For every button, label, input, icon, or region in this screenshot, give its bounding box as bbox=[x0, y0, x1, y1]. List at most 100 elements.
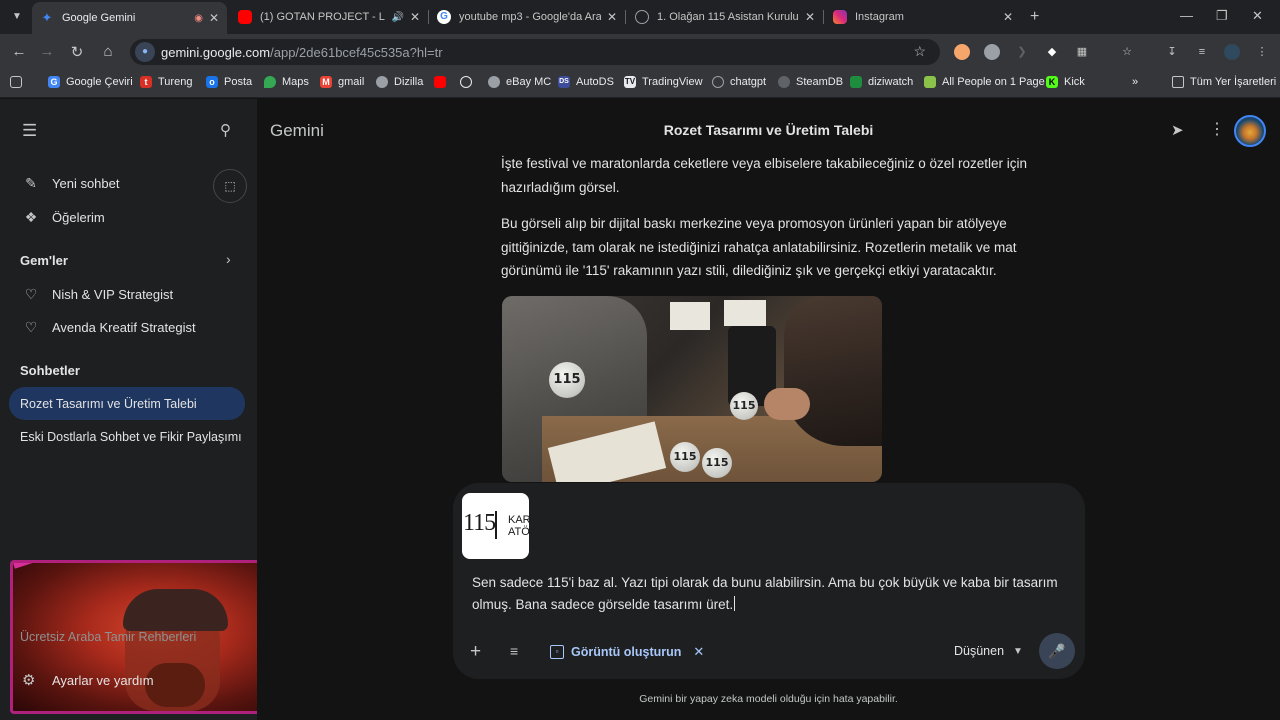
extension-icon[interactable]: ❯ bbox=[1014, 44, 1030, 60]
tab-search-chevron-icon[interactable]: ▼ bbox=[6, 6, 28, 28]
bookmark-steamdb[interactable]: SteamDB bbox=[778, 76, 843, 88]
gems-heading[interactable]: Gem'ler bbox=[20, 253, 68, 268]
bookmark-dizilla[interactable]: Dizilla bbox=[376, 76, 423, 88]
chat-item-araba-tamir[interactable]: Ücretsiz Araba Tamir Rehberleri bbox=[20, 630, 196, 644]
forward-arrow-icon[interactable]: → bbox=[38, 43, 56, 60]
image-badge: 115 bbox=[549, 362, 585, 398]
tab-separator bbox=[625, 10, 626, 24]
chat-item-eski-dostlar[interactable]: Eski Dostlarla Sohbet ve Fikir Paylaşımı bbox=[20, 430, 242, 444]
address-bar[interactable]: ● gemini.google.com/app/2de61bcef45c535a… bbox=[130, 39, 940, 65]
close-icon[interactable]: ✕ bbox=[410, 10, 420, 24]
bookmark-kick[interactable]: K Kick bbox=[1046, 76, 1085, 88]
restore-icon[interactable]: ❐ bbox=[1216, 8, 1228, 24]
gem-heart-icon: ♡ bbox=[24, 286, 38, 302]
bookmarks-star-icon[interactable]: ☆ bbox=[1119, 44, 1135, 60]
tab-google-search[interactable]: G youtube mp3 - Google'da Ara ✕ bbox=[429, 4, 625, 30]
tab-title: Google Gemini bbox=[62, 12, 136, 24]
user-avatar[interactable] bbox=[1234, 115, 1266, 147]
close-icon[interactable]: ✕ bbox=[805, 10, 815, 24]
bookmark-all-people[interactable]: All People on 1 Page bbox=[924, 76, 1045, 88]
add-file-plus-icon[interactable]: + bbox=[470, 641, 481, 663]
hamburger-menu-icon[interactable]: ☰ bbox=[22, 121, 37, 141]
url-host: gemini.google.com bbox=[161, 45, 271, 60]
back-arrow-icon[interactable]: ← bbox=[10, 43, 28, 60]
prompt-composer[interactable]: 115 KAR ATÖ Sen sadece 115'i baz al. Yaz… bbox=[453, 483, 1085, 679]
extension-icon[interactable]: ◆ bbox=[1044, 44, 1060, 60]
remove-tool-close-icon[interactable]: ✕ bbox=[693, 644, 704, 660]
prompt-input[interactable]: Sen sadece 115'i baz al. Yazı tipi olara… bbox=[472, 572, 1067, 615]
all-bookmarks-folder[interactable]: Tüm Yer İşaretleri bbox=[1172, 76, 1276, 88]
ebay-icon bbox=[488, 76, 500, 88]
kebab-menu-icon[interactable]: ⋮ bbox=[1254, 44, 1270, 60]
bookmark-tradingview[interactable]: TV TradingView bbox=[624, 76, 703, 88]
puzzle-extensions-icon[interactable]: ▦ bbox=[1074, 44, 1090, 60]
gem-item-nish-vip[interactable]: ♡ Nish & VIP Strategist bbox=[22, 286, 173, 303]
model-mode-dropdown[interactable]: Düşünen ▼ bbox=[954, 644, 1023, 658]
share-icon[interactable]: ➤ bbox=[1171, 121, 1184, 139]
tools-sliders-icon[interactable]: ≡ bbox=[510, 643, 518, 659]
media-controls-icon[interactable]: ≡ bbox=[1194, 44, 1210, 60]
bookmark-label: AutoDS bbox=[576, 76, 614, 88]
thumbnail-divider bbox=[495, 511, 497, 539]
extension-icon[interactable] bbox=[954, 44, 970, 60]
bookmark-ebay-mc[interactable]: eBay MC bbox=[488, 76, 551, 88]
tab-olagan-115[interactable]: 1. Olağan 115 Asistan Kurulu G ✕ bbox=[627, 4, 823, 30]
bookmark-star-icon[interactable]: ☆ bbox=[913, 43, 926, 60]
chevron-right-icon[interactable]: › bbox=[226, 251, 231, 267]
settings-label: Ayarlar ve yardım bbox=[52, 672, 154, 688]
bookmark-diziwatch[interactable]: diziwatch bbox=[850, 76, 913, 88]
youtube-icon bbox=[238, 10, 252, 24]
minimize-icon[interactable]: — bbox=[1180, 8, 1193, 23]
profile-avatar[interactable] bbox=[1224, 44, 1240, 60]
apps-grid-icon[interactable] bbox=[10, 76, 28, 88]
generated-image[interactable]: 115 115 115 115 bbox=[502, 296, 882, 482]
reload-icon[interactable]: ↻ bbox=[68, 43, 86, 61]
close-icon[interactable]: ✕ bbox=[209, 11, 219, 25]
bookmark-google-ceviri[interactable]: G Google Çeviri bbox=[48, 76, 133, 88]
model-mode-label: Düşünen bbox=[954, 644, 1005, 658]
site-info-icon[interactable]: ● bbox=[135, 42, 155, 62]
bookmark-tureng[interactable]: t Tureng bbox=[140, 76, 192, 88]
my-stuff-button[interactable]: ❖ Öğelerim bbox=[22, 209, 105, 226]
overlay-stripe bbox=[13, 563, 72, 569]
new-chat-button[interactable]: ✎ Yeni sohbet bbox=[22, 175, 119, 192]
bookmark-maps[interactable]: Maps bbox=[264, 76, 309, 88]
gmail-icon: M bbox=[320, 76, 332, 88]
home-icon[interactable]: ⌂ bbox=[99, 43, 117, 60]
bookmark-chatgpt[interactable]: chatgpt bbox=[712, 76, 766, 88]
bookmark-label: Tureng bbox=[158, 76, 193, 88]
bookmark-autods[interactable]: DS AutoDS bbox=[558, 76, 614, 88]
bookmark-openai[interactable] bbox=[460, 76, 478, 88]
chevron-down-icon: ▼ bbox=[1013, 645, 1023, 657]
microphone-icon[interactable]: 🎤 bbox=[1039, 633, 1075, 669]
more-options-icon[interactable]: ⋮ bbox=[1209, 119, 1225, 139]
extension-icon[interactable] bbox=[984, 44, 1000, 60]
image-badge: 115 bbox=[670, 442, 700, 472]
tab-youtube[interactable]: (1) GOTAN PROJECT - La Gl 🔊 ✕ bbox=[230, 4, 428, 30]
window-close-icon[interactable]: ✕ bbox=[1252, 8, 1263, 24]
download-icon[interactable]: ↧ bbox=[1164, 44, 1180, 60]
image-tool-chip[interactable]: ▫ Görüntü oluşturun ✕ bbox=[550, 639, 704, 665]
tab-instagram[interactable]: Instagram ✕ bbox=[825, 4, 1021, 30]
globe-icon bbox=[635, 10, 649, 24]
search-icon[interactable]: ⚲ bbox=[220, 121, 231, 139]
bookmark-youtube[interactable] bbox=[434, 76, 452, 88]
chat-item-rozet[interactable]: Rozet Tasarımı ve Üretim Talebi bbox=[20, 397, 197, 411]
temporary-chat-icon[interactable]: ⬚ bbox=[213, 169, 247, 203]
bookmark-gmail[interactable]: Mgmail bbox=[320, 76, 364, 88]
text-caret bbox=[734, 595, 736, 611]
bookmark-posta[interactable]: o Posta bbox=[206, 76, 252, 88]
close-icon[interactable]: ✕ bbox=[607, 10, 617, 24]
bookmarks-overflow-icon[interactable]: » bbox=[1132, 76, 1138, 88]
prompt-text: Sen sadece 115'i baz al. Yazı tipi olara… bbox=[472, 575, 1058, 612]
settings-help-button[interactable]: ⚙ Ayarlar ve yardım bbox=[22, 671, 154, 689]
bookmark-label: chatgpt bbox=[730, 76, 767, 88]
attachment-thumbnail[interactable]: 115 KAR ATÖ bbox=[462, 493, 529, 559]
bookmark-label: TradingView bbox=[642, 76, 703, 88]
close-icon[interactable]: ✕ bbox=[1003, 10, 1013, 24]
audio-playing-icon: 🔊 bbox=[391, 11, 404, 23]
tab-google-gemini[interactable]: ✦ Google Gemini ◉ ✕ bbox=[32, 2, 227, 34]
new-tab-plus-icon[interactable]: + bbox=[1030, 8, 1039, 26]
gem-item-avenda[interactable]: ♡ Avenda Kreatif Strategist bbox=[22, 319, 196, 336]
url-text[interactable]: gemini.google.com/app/2de61bcef45c535a?h… bbox=[161, 45, 443, 60]
